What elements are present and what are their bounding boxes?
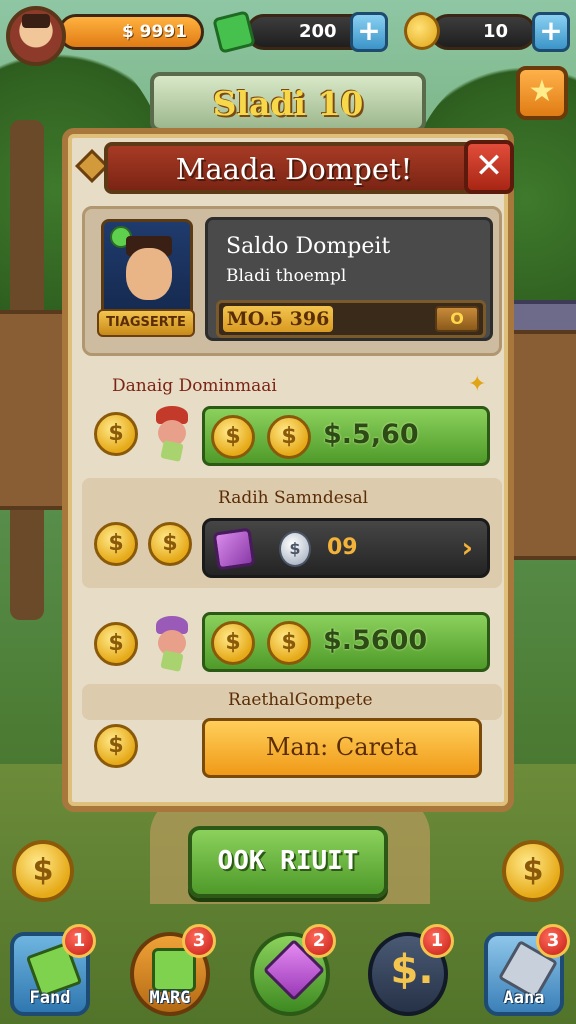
coin-icon: $ (94, 522, 138, 566)
profile-box: TIAGSERTE Saldo Dompeit Bladi thoempl MO… (82, 206, 502, 356)
balance-action-button[interactable]: O (435, 306, 479, 332)
coin-icon: $ (502, 840, 564, 902)
wallet-info-card: Saldo Dompeit Bladi thoempl MO.5 396 O (205, 217, 493, 341)
notification-badge: 3 (182, 924, 216, 958)
nav-item-gem[interactable]: 2 (250, 924, 336, 1016)
gem-value: 200 (299, 21, 337, 42)
section-label-2: Radih Samndesal (218, 488, 369, 508)
balance-bar: MO.5 396 O (216, 300, 486, 338)
coin-icon: $ (211, 621, 255, 665)
section-label-1: Danaig Dominmaai (112, 376, 277, 396)
name-tag: TIAGSERTE (97, 309, 195, 337)
top-hud: $ 9991 200 + 10 + (6, 6, 570, 66)
game-title-plaque: Sladi 10 Slouse (150, 72, 426, 162)
add-gems-button[interactable]: + (350, 12, 388, 52)
coin-icon: $ (12, 840, 74, 902)
exchange-value: 09 (327, 535, 358, 560)
bottom-nav: Fand 1 MARG 3 2 $. 1 Aana 3 (0, 912, 576, 1024)
coin-icon: $ (94, 412, 138, 456)
coin-icon: $ (267, 415, 311, 459)
star-button[interactable]: ★ (516, 66, 568, 120)
wallet-panel: Maada Dompet! ✕ TIAGSERTE Saldo Dompeit … (62, 128, 514, 812)
reward-button-1[interactable]: $ $ $.5,60 (202, 406, 490, 466)
gold-coin-icon (404, 12, 440, 50)
panel-header: Maada Dompet! (104, 142, 484, 194)
coin-icon: $ (94, 724, 138, 768)
player-avatar[interactable] (6, 6, 66, 66)
silver-coin-icon: $ (279, 531, 311, 567)
balance-value: MO.5 396 (223, 306, 333, 332)
cash-value: $ 9991 (121, 22, 187, 42)
sparkle-icon: ✦ (468, 372, 487, 397)
close-button[interactable]: ✕ (464, 140, 514, 194)
wallet-title: Saldo Dompeit (226, 234, 391, 259)
wallet-subtitle: Bladi thoempl (226, 266, 347, 286)
coin-icon: $ (94, 622, 138, 666)
cash-bar: $ 9991 (58, 14, 204, 50)
notification-badge: 1 (62, 924, 96, 958)
add-gold-button[interactable]: + (532, 12, 570, 52)
section-label-3: RaethalGompete (228, 690, 373, 710)
coin-icon: $ (267, 621, 311, 665)
reward-button-2[interactable]: $ $ $.5600 (202, 612, 490, 672)
notification-badge: 1 (420, 924, 454, 958)
gold-bar: 10 (430, 14, 536, 50)
face-icon (126, 248, 172, 300)
notification-badge: 2 (302, 924, 336, 958)
main-action-button[interactable]: Man: Careta (202, 718, 482, 778)
nav-item-marg[interactable]: MARG 3 (130, 924, 216, 1016)
character-icon (152, 406, 192, 462)
chevron-right-icon: › (461, 531, 473, 564)
reward-value-2: $.5600 (323, 625, 428, 656)
confirm-button[interactable]: OOK RIUIT (188, 826, 388, 898)
reward-value-1: $.5,60 (323, 419, 419, 450)
nav-label: Fand (29, 988, 71, 1008)
exchange-bar[interactable]: $ 09 › (202, 518, 490, 578)
confirm-label: OOK RIUIT (217, 846, 359, 876)
nav-item-money[interactable]: $. 1 (368, 924, 454, 1016)
main-action-label: Man: Careta (265, 733, 419, 761)
gold-value: 10 (483, 21, 509, 42)
panel-title: Maada Dompet! (175, 152, 413, 186)
coin-icon: $ (148, 522, 192, 566)
notification-badge: 3 (536, 924, 570, 958)
character-icon (152, 616, 192, 672)
nav-item-fand[interactable]: Fand 1 (10, 924, 96, 1016)
nav-label: MARG (149, 988, 191, 1008)
nav-label: Aana (503, 988, 545, 1008)
gem-icon (212, 10, 256, 54)
coin-icon: $ (211, 415, 255, 459)
nav-item-aana[interactable]: Aana 3 (484, 924, 570, 1016)
purple-cube-icon (212, 527, 256, 571)
